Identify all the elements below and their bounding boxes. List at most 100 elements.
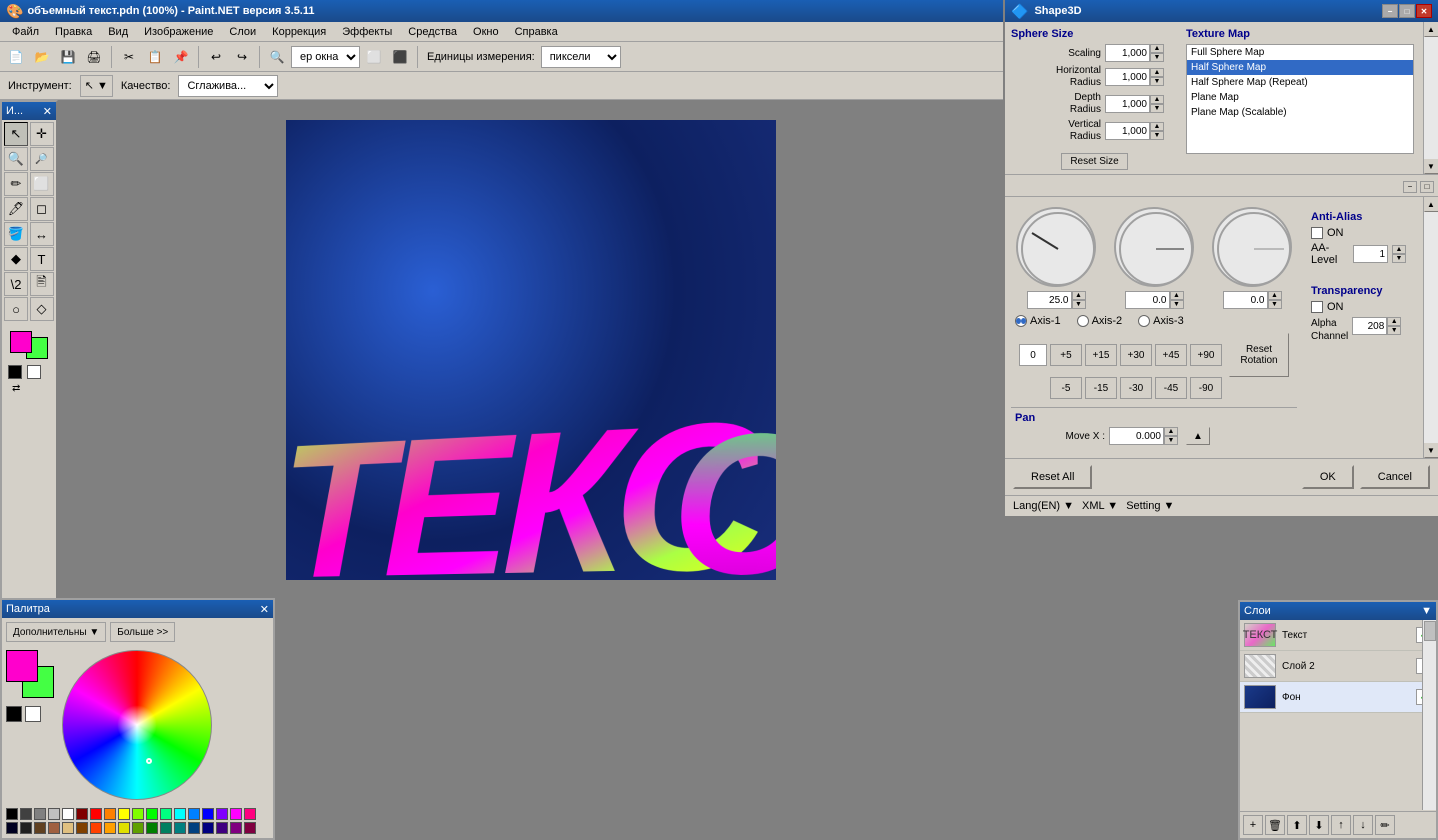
color-cell-2-1[interactable]	[6, 822, 18, 834]
layers-up-btn[interactable]: ↑	[1331, 815, 1351, 835]
color-cell-sky[interactable]	[188, 808, 200, 820]
axis3-radio[interactable]: Axis-3	[1138, 315, 1184, 327]
layer-2-item[interactable]: Слой 2	[1240, 651, 1436, 682]
tool-brush[interactable]: 🖊	[4, 197, 28, 221]
step-minus5[interactable]: -5	[1050, 377, 1082, 399]
tool-text[interactable]: T	[30, 247, 54, 271]
step-plus15[interactable]: +15	[1085, 344, 1117, 366]
menu-tools[interactable]: Средства	[400, 24, 465, 40]
palette-close-btn[interactable]: ✕	[260, 603, 269, 616]
shape3d-min-btn[interactable]: −	[1382, 4, 1398, 18]
color-cell-2-10[interactable]	[132, 822, 144, 834]
color-cell-red-dark[interactable]	[76, 808, 88, 820]
tool-rect[interactable]: ⬜	[30, 172, 54, 196]
tool-move[interactable]: ✛	[30, 122, 54, 146]
layers-move-up-btn[interactable]: ⬇	[1309, 815, 1329, 835]
color-cell-pink[interactable]	[244, 808, 256, 820]
alpha-value[interactable]	[1352, 317, 1387, 335]
aa-level-value[interactable]	[1353, 245, 1388, 263]
tb-redo[interactable]: ↪	[230, 45, 254, 69]
color-cell-cyan[interactable]	[174, 808, 186, 820]
color-cell-magenta[interactable]	[230, 808, 242, 820]
scroll-up-btn[interactable]: ▲	[1424, 22, 1438, 37]
dial3[interactable]	[1212, 207, 1292, 287]
layers-edit-btn[interactable]: ✏	[1375, 815, 1395, 835]
color-cell-2-2[interactable]	[20, 822, 32, 834]
menu-edit[interactable]: Правка	[47, 24, 100, 40]
color-cell-white[interactable]	[62, 808, 74, 820]
dial1-up[interactable]: ▲	[1072, 291, 1086, 300]
vert-radius-up[interactable]: ▲	[1150, 122, 1164, 131]
menu-help[interactable]: Справка	[507, 24, 566, 40]
reset-all-btn[interactable]: Reset All	[1013, 465, 1092, 489]
scroll-down-btn2[interactable]: ▼	[1424, 443, 1438, 458]
tool-dropdown-btn[interactable]: ▼	[97, 80, 108, 92]
tool-zoom-in[interactable]: 🔍	[4, 147, 28, 171]
tb-print[interactable]: 🖨	[82, 45, 106, 69]
scaling-down[interactable]: ▼	[1150, 53, 1164, 62]
rotation-max-btn[interactable]: □	[1420, 181, 1434, 193]
color-cell-blue[interactable]	[202, 808, 214, 820]
color-cell-2-13[interactable]	[174, 822, 186, 834]
layers-scroll-thumb[interactable]	[1424, 621, 1436, 641]
color-cell-2-18[interactable]	[244, 822, 256, 834]
toolbox-fg-swatch[interactable]	[10, 331, 32, 353]
tool-ellipse[interactable]: ○	[4, 297, 28, 321]
dial3-down[interactable]: ▼	[1268, 300, 1282, 309]
tb-open[interactable]: 📂	[30, 45, 54, 69]
scaling-value[interactable]	[1105, 44, 1150, 62]
rotation-min-btn[interactable]: −	[1403, 181, 1417, 193]
axis1-radio[interactable]: Axis-1	[1015, 315, 1061, 327]
color-cell-2-12[interactable]	[160, 822, 172, 834]
texture-plane-scalable[interactable]: Plane Map (Scalable)	[1187, 105, 1413, 120]
move-x-up[interactable]: ▲	[1164, 427, 1178, 436]
color-cell-2-14[interactable]	[188, 822, 200, 834]
move-x-down[interactable]: ▼	[1164, 436, 1178, 445]
menu-effects[interactable]: Эффекты	[334, 24, 400, 40]
dial3-value[interactable]	[1223, 291, 1268, 309]
black-swatch[interactable]	[6, 706, 22, 722]
units-dropdown[interactable]: пиксели	[541, 46, 621, 68]
depth-radius-down[interactable]: ▼	[1150, 104, 1164, 113]
color-cell-2-4[interactable]	[48, 822, 60, 834]
menu-view[interactable]: Вид	[100, 24, 136, 40]
tool-line[interactable]: \2	[4, 272, 28, 296]
aa-level-up[interactable]: ▲	[1392, 245, 1406, 254]
tool-arrow[interactable]: ↖	[4, 122, 28, 146]
color-cell-2-11[interactable]	[146, 822, 158, 834]
tool-fill[interactable]: 🪣	[4, 222, 28, 246]
move-x-arrow-btn[interactable]: ▲	[1186, 427, 1210, 445]
step-plus45[interactable]: +45	[1155, 344, 1187, 366]
step-plus30[interactable]: +30	[1120, 344, 1152, 366]
color-wheel[interactable]	[62, 650, 212, 800]
alpha-up[interactable]: ▲	[1387, 317, 1401, 326]
scroll-down-btn[interactable]: ▼	[1424, 159, 1438, 174]
alpha-down[interactable]: ▼	[1387, 326, 1401, 335]
cancel-btn[interactable]: Cancel	[1360, 465, 1430, 489]
toolbox-close-btn[interactable]: ✕	[43, 105, 52, 118]
color-cell-2-15[interactable]	[202, 822, 214, 834]
color-cell-yellow-green[interactable]	[132, 808, 144, 820]
color-cell-purple[interactable]	[216, 808, 228, 820]
menu-layers[interactable]: Слои	[221, 24, 264, 40]
menu-file[interactable]: Файл	[4, 24, 47, 40]
color-cell-orange[interactable]	[104, 808, 116, 820]
palette-more-btn[interactable]: Больше >>	[110, 622, 175, 642]
shape3d-close-btn[interactable]: ✕	[1416, 4, 1432, 18]
menu-correction[interactable]: Коррекция	[264, 24, 334, 40]
layers-properties-btn[interactable]: ⬆	[1287, 815, 1307, 835]
color-cell-lime[interactable]	[146, 808, 158, 820]
step-plus5[interactable]: +5	[1050, 344, 1082, 366]
tool-stamp[interactable]: 🖹	[30, 272, 54, 296]
antialias-checkbox[interactable]	[1311, 227, 1323, 239]
layer-bg-item[interactable]: Фон ✓	[1240, 682, 1436, 713]
color-cell-yellow[interactable]	[118, 808, 130, 820]
ok-btn[interactable]: OK	[1302, 465, 1354, 489]
dial2-up[interactable]: ▲	[1170, 291, 1184, 300]
dial1[interactable]	[1016, 207, 1096, 287]
step-plus90[interactable]: +90	[1190, 344, 1222, 366]
tool-zoom-out-t[interactable]: 🔎	[30, 147, 54, 171]
tb-save[interactable]: 💾	[56, 45, 80, 69]
toolbox-white-swatch[interactable]	[27, 365, 41, 379]
axis2-radio[interactable]: Axis-2	[1077, 315, 1123, 327]
